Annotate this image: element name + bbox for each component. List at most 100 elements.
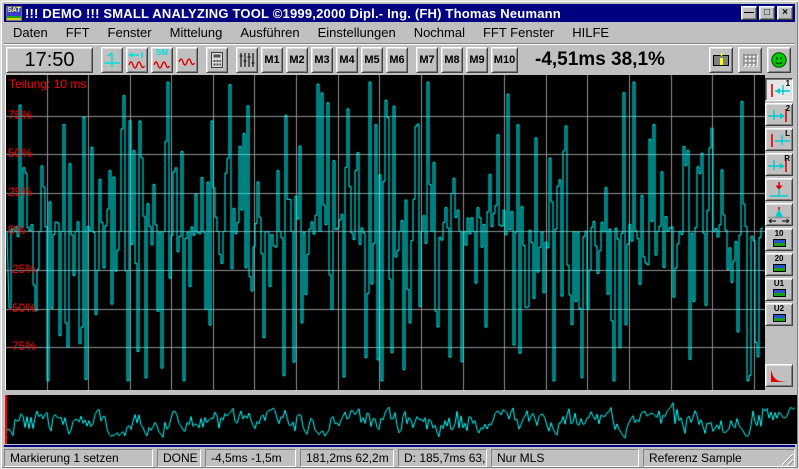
marker-button-m5[interactable]: M5: [361, 47, 383, 73]
sm-icon-label: SM: [152, 49, 172, 57]
minimize-button[interactable]: —: [741, 6, 757, 20]
marker-button-m8[interactable]: M8: [441, 47, 463, 73]
status-bar: Markierung 1 setzen DONE -4,5ms -1,5m 18…: [4, 449, 795, 467]
equalizer-icon: [237, 51, 257, 69]
menu-fft-fenster[interactable]: FFT Fenster: [474, 24, 563, 41]
overview-strip[interactable]: [5, 395, 797, 444]
status-mode: Nur MLS: [491, 449, 639, 467]
grid-icon: [740, 51, 760, 69]
menu-ausfuehren[interactable]: Ausführen: [231, 24, 308, 41]
y-axis-label-minus75: -75%: [8, 339, 36, 353]
marker-2-button[interactable]: 2: [765, 103, 793, 126]
menu-fenster[interactable]: Fenster: [99, 24, 161, 41]
marker-button-m4[interactable]: M4: [336, 47, 358, 73]
menu-einstellungen[interactable]: Einstellungen: [309, 24, 405, 41]
calculator-icon: [207, 51, 227, 69]
status-sample: Referenz Sample: [643, 449, 795, 467]
zoom-10-label: 10: [766, 230, 792, 238]
zoom-20-thumbnail-icon: [773, 264, 786, 272]
calculator-button[interactable]: [206, 47, 228, 73]
maximize-button[interactable]: □: [759, 6, 775, 20]
marker-2-label: 2: [786, 104, 790, 113]
smiley-button[interactable]: [767, 47, 791, 73]
title-bar[interactable]: SAT !!! DEMO !!! SMALL ANALYZING TOOL ©1…: [4, 4, 795, 22]
decay-button[interactable]: [765, 364, 793, 387]
decay-curve-icon: [768, 368, 790, 384]
view-u1-label: U1: [766, 280, 792, 288]
marker-button-m10[interactable]: M10: [491, 47, 518, 73]
marker-right-button[interactable]: R: [765, 153, 793, 176]
zoom-20-button[interactable]: 20: [765, 253, 793, 276]
y-axis-label-minus25: -25%: [8, 262, 36, 276]
menu-mittelung[interactable]: Mittelung: [161, 24, 232, 41]
menu-daten[interactable]: Daten: [4, 24, 57, 41]
marker-button-m7[interactable]: M7: [416, 47, 438, 73]
overview-marker: [5, 395, 7, 444]
hu-wave-icon: [177, 51, 197, 69]
menu-hilfe[interactable]: HILFE: [563, 24, 618, 41]
view-u1-button[interactable]: U1: [765, 278, 793, 301]
measure-window-button[interactable]: [709, 47, 733, 73]
marker-button-m6[interactable]: M6: [386, 47, 408, 73]
marker-button-m1[interactable]: M1: [261, 47, 283, 73]
app-window: SAT !!! DEMO !!! SMALL ANALYZING TOOL ©1…: [0, 0, 799, 469]
marker-button-m9[interactable]: M9: [466, 47, 488, 73]
status-hint: Markierung 1 setzen: [4, 449, 153, 467]
zoom-20-label: 20: [766, 255, 792, 263]
measure-window-icon: [711, 51, 731, 69]
app-icon: SAT: [6, 6, 22, 21]
marker-span-icon: [766, 206, 792, 224]
status-delta-value: D: 185,7ms 63,8m: [398, 449, 487, 467]
zoom-10-button[interactable]: 10: [765, 228, 793, 251]
zoom-10-thumbnail-icon: [773, 239, 786, 247]
view-u1-thumbnail-icon: [773, 289, 786, 297]
y-axis-label-75: 75%: [8, 108, 32, 122]
marker-down-icon: [766, 181, 792, 199]
cursor-readout: -4,51ms 38,1%: [535, 49, 665, 71]
waveform-plot[interactable]: Teilung: 10 ms 75% 50% 25% 0% -25% -50% …: [6, 75, 763, 390]
menu-fft[interactable]: FFT: [57, 24, 99, 41]
marker-button-m2[interactable]: M2: [286, 47, 308, 73]
y-axis-label-0: 0%: [8, 223, 25, 237]
close-button[interactable]: ×: [777, 6, 793, 20]
marker-1-label: 1: [786, 79, 790, 88]
y-axis-label-25: 25%: [8, 185, 32, 199]
status-marker1-value: -4,5ms -1,5m: [205, 449, 296, 467]
resize-grip[interactable]: [780, 452, 793, 465]
marker-span-button[interactable]: [765, 203, 793, 226]
window-title: !!! DEMO !!! SMALL ANALYZING TOOL ©1999,…: [25, 6, 561, 21]
marker-left-button[interactable]: L: [765, 128, 793, 151]
y-axis-label-50: 50%: [8, 146, 32, 160]
grid-toggle-button[interactable]: [738, 47, 762, 73]
impulse-button[interactable]: [101, 47, 123, 73]
y-axis-label-minus50: -50%: [8, 301, 36, 315]
menu-bar: Daten FFT Fenster Mittelung Ausführen Ei…: [4, 23, 795, 42]
marker-right-label: R: [784, 154, 790, 163]
waveform-canvas[interactable]: [6, 75, 765, 390]
sm-button[interactable]: SM: [151, 47, 173, 73]
marker-down-button[interactable]: [765, 178, 793, 201]
overview-separator: [4, 445, 795, 447]
marker-1-button[interactable]: 1: [765, 78, 793, 101]
fft-impulse-button[interactable]: [126, 47, 148, 73]
fft-impulse-icon: [127, 51, 147, 69]
status-marker2-value: 181,2ms 62,2m: [300, 449, 394, 467]
main-area: Teilung: 10 ms 75% 50% 25% 0% -25% -50% …: [4, 75, 795, 391]
marker-left-label: L: [785, 129, 790, 138]
menu-nochmal[interactable]: Nochmal: [405, 24, 474, 41]
status-state: DONE: [157, 449, 201, 467]
hu-wave-button[interactable]: [176, 47, 198, 73]
division-label: Teilung: 10 ms: [9, 77, 86, 91]
smiley-icon: [769, 51, 789, 69]
toolbar: 17:50 SM: [4, 43, 795, 75]
overview-canvas[interactable]: [5, 395, 797, 444]
view-u2-thumbnail-icon: [773, 314, 786, 322]
equalizer-button[interactable]: [236, 47, 258, 73]
marker-button-m3[interactable]: M3: [311, 47, 333, 73]
side-toolbar: 1 2 L: [763, 75, 795, 391]
view-u2-button[interactable]: U2: [765, 303, 793, 326]
time-display: 17:50: [6, 47, 93, 73]
view-u2-label: U2: [766, 305, 792, 313]
impulse-icon: [102, 51, 122, 69]
status-sample-text: Referenz Sample: [649, 451, 742, 465]
